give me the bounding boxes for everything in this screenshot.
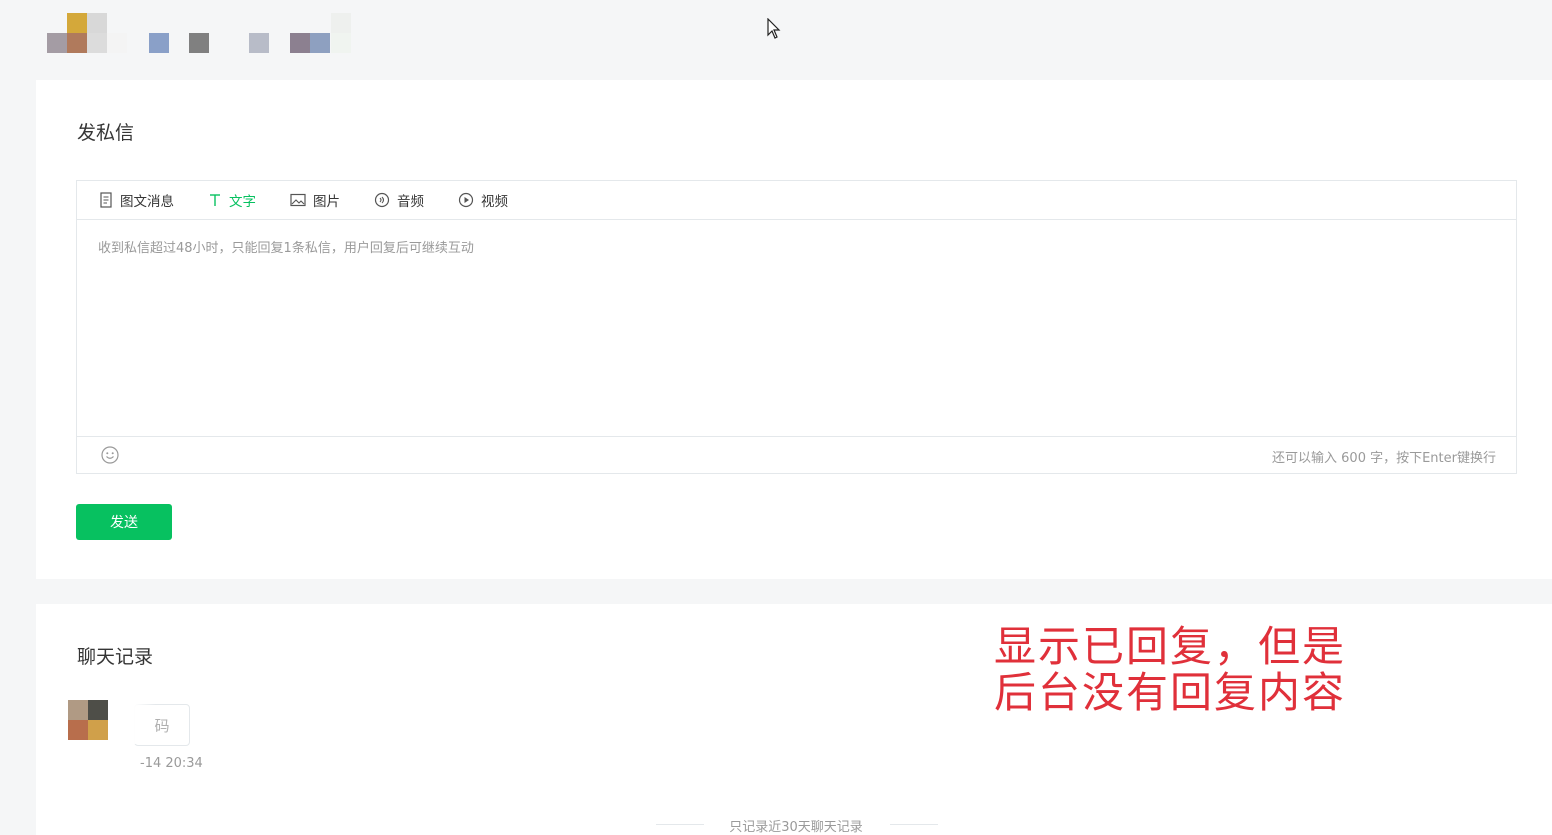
tab-text[interactable]: 文字 (208, 190, 256, 210)
audio-icon (374, 192, 390, 208)
annotation-line-1: 显示已回复，但是 (994, 622, 1347, 671)
tab-article-label: 图文消息 (120, 194, 174, 210)
mouse-cursor-icon (767, 17, 781, 44)
tab-video[interactable]: 视频 (458, 190, 508, 210)
note-divider-right (890, 824, 938, 825)
message-placeholder: 收到私信超过48小时，只能回复1条私信，用户回复后可继续互动 (98, 241, 474, 256)
header-logo-mosaic (47, 13, 357, 55)
tab-video-label: 视频 (481, 194, 508, 210)
tab-image[interactable]: 图片 (290, 190, 340, 210)
tab-audio[interactable]: 音频 (374, 190, 424, 210)
message-editor: 图文消息 文字 图片 音频 视频 收到私信超过48小时，只能回复1条私信，用户回… (76, 180, 1517, 474)
tab-audio-label: 音频 (397, 194, 424, 210)
send-message-card: 发私信 图文消息 文字 图片 音频 视频 收到私信超过48小时，只能回复1条私信… (36, 80, 1552, 579)
tab-article[interactable]: 图文消息 (99, 190, 174, 210)
message-blur-overlay (134, 704, 156, 744)
editor-footer: 还可以输入 600 字，按下Enter键换行 (77, 437, 1516, 473)
article-icon (100, 192, 112, 208)
history-section-title: 聊天记录 (77, 646, 154, 668)
message-text: 码 (154, 716, 170, 735)
video-icon (458, 192, 474, 208)
image-icon (290, 193, 306, 207)
history-note: 只记录近30天聊天记录 (729, 820, 863, 835)
message-timestamp: -14 20:34 (140, 756, 203, 771)
annotation-line-2: 后台没有回复内容 (994, 668, 1347, 717)
avatar (68, 700, 108, 740)
send-section-title: 发私信 (77, 122, 135, 144)
tab-text-label: 文字 (229, 194, 256, 210)
char-counter: 还可以输入 600 字，按下Enter键换行 (1272, 451, 1496, 466)
send-button[interactable]: 发送 (76, 504, 172, 540)
text-icon (210, 194, 220, 206)
message-type-tabs: 图文消息 文字 图片 音频 视频 (77, 181, 1516, 220)
tab-image-label: 图片 (313, 194, 340, 210)
emoji-icon[interactable] (101, 446, 119, 468)
message-textarea[interactable]: 收到私信超过48小时，只能回复1条私信，用户回复后可继续互动 (77, 220, 1516, 437)
annotation-overlay: 显示已回复，但是 后台没有回复内容 (994, 624, 1346, 716)
